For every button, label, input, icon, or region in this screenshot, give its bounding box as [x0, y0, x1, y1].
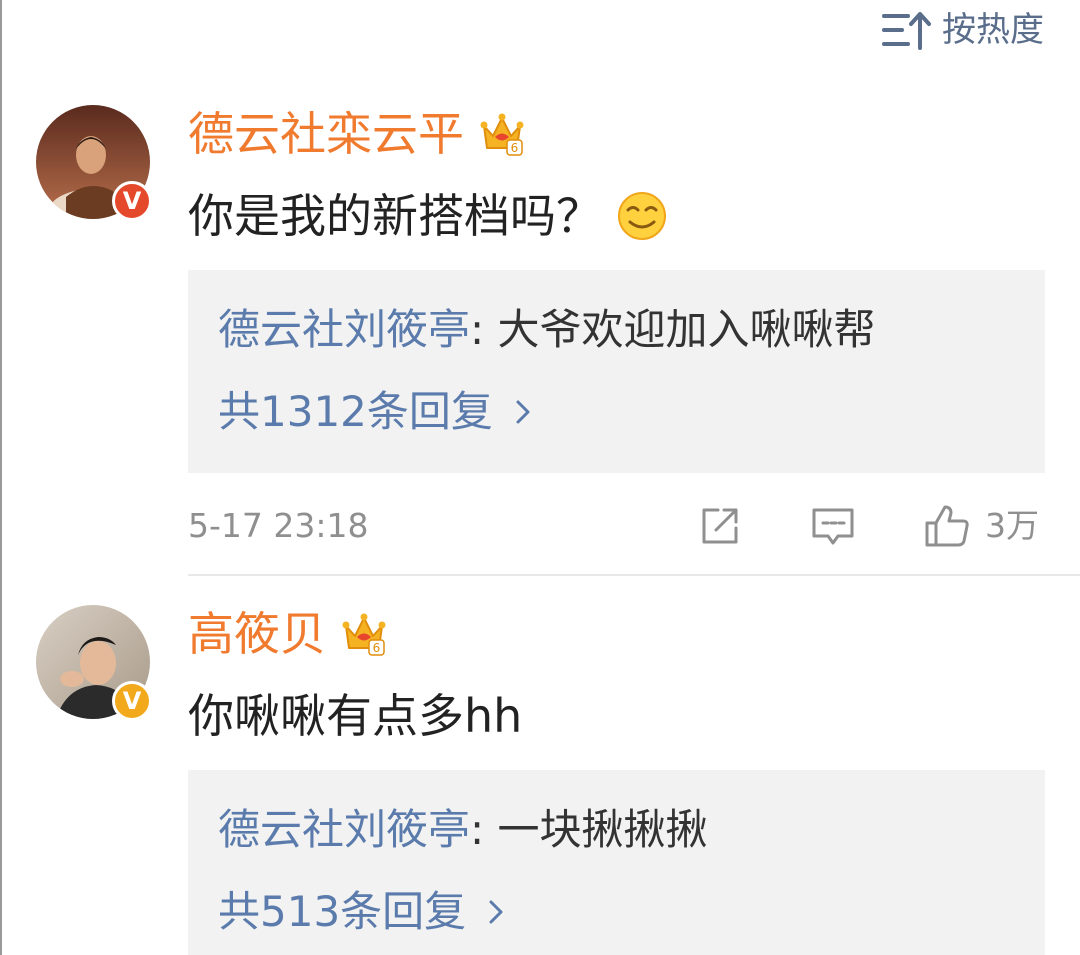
smirk-emoji-icon	[618, 192, 666, 240]
vip-crown-icon: 6	[342, 613, 386, 656]
like-count: 3万	[985, 506, 1039, 545]
reply-line: 德云社刘筱亭: 大爷欢迎加入啾啾帮	[218, 302, 876, 358]
window-left-edge	[0, 0, 2, 955]
sort-by-heat-button[interactable]: 按热度	[880, 8, 1044, 52]
avatar[interactable]: V	[36, 605, 152, 721]
reply-button[interactable]	[810, 498, 856, 554]
reply-preview-box[interactable]: 德云社刘筱亭: 一块揪揪揪 共513条回复	[188, 770, 1045, 955]
comment-icon	[812, 508, 854, 545]
vip-crown-icon: 6	[480, 113, 524, 156]
reply-text: 大爷欢迎加入啾啾帮	[497, 305, 876, 354]
share-button[interactable]	[698, 498, 742, 554]
reply-author[interactable]: 德云社刘筱亭	[218, 305, 470, 354]
comment-body: 你是我的新搭档吗？	[188, 189, 602, 243]
username[interactable]: 德云社栾云平	[188, 104, 464, 164]
username-row: 高筱贝 6	[188, 604, 388, 664]
view-replies-link[interactable]: 共1312条回复	[218, 384, 531, 440]
comment-timestamp: 5-17 23:18	[188, 506, 369, 545]
sort-by-heat-icon	[882, 12, 931, 50]
member-level: 6	[511, 141, 519, 155]
comment-divider	[188, 574, 1080, 576]
reply-count-label: 共513条回复	[218, 887, 467, 936]
comment-list-page: 按热度 V 德云社栾云平 6 你是我的新搭档吗？ 德云社刘筱亭: 大爷欢迎加入啾…	[0, 0, 1080, 955]
like-button[interactable]: 3万	[923, 498, 1039, 554]
verified-badge-icon: V	[112, 681, 152, 721]
username[interactable]: 高筱贝	[188, 604, 326, 664]
username-row: 德云社栾云平 6	[188, 104, 526, 164]
share-icon	[702, 508, 738, 544]
reply-separator: :	[470, 305, 498, 354]
chevron-right-icon	[516, 400, 530, 424]
verified-badge-icon: V	[112, 181, 152, 221]
comment-body: 你啾啾有点多hh	[188, 689, 523, 743]
comment-meta-row: 5-17 23:18 3万	[188, 498, 1045, 554]
thumbs-up-icon	[925, 505, 969, 547]
view-replies-link[interactable]: 共513条回复	[218, 884, 504, 940]
member-level: 6	[373, 641, 381, 655]
reply-line: 德云社刘筱亭: 一块揪揪揪	[218, 802, 708, 858]
avatar[interactable]: V	[36, 105, 152, 221]
comment-text: 你啾啾有点多hh	[188, 686, 522, 746]
reply-author[interactable]: 德云社刘筱亭	[218, 805, 470, 854]
reply-preview-box[interactable]: 德云社刘筱亭: 大爷欢迎加入啾啾帮 共1312条回复	[188, 270, 1045, 473]
reply-separator: :	[470, 805, 498, 854]
chevron-right-icon	[489, 900, 503, 924]
reply-count-label: 共1312条回复	[218, 387, 493, 436]
sort-label: 按热度	[942, 10, 1044, 50]
comment-text: 你是我的新搭档吗？	[188, 186, 668, 246]
reply-text: 一块揪揪揪	[497, 805, 708, 854]
